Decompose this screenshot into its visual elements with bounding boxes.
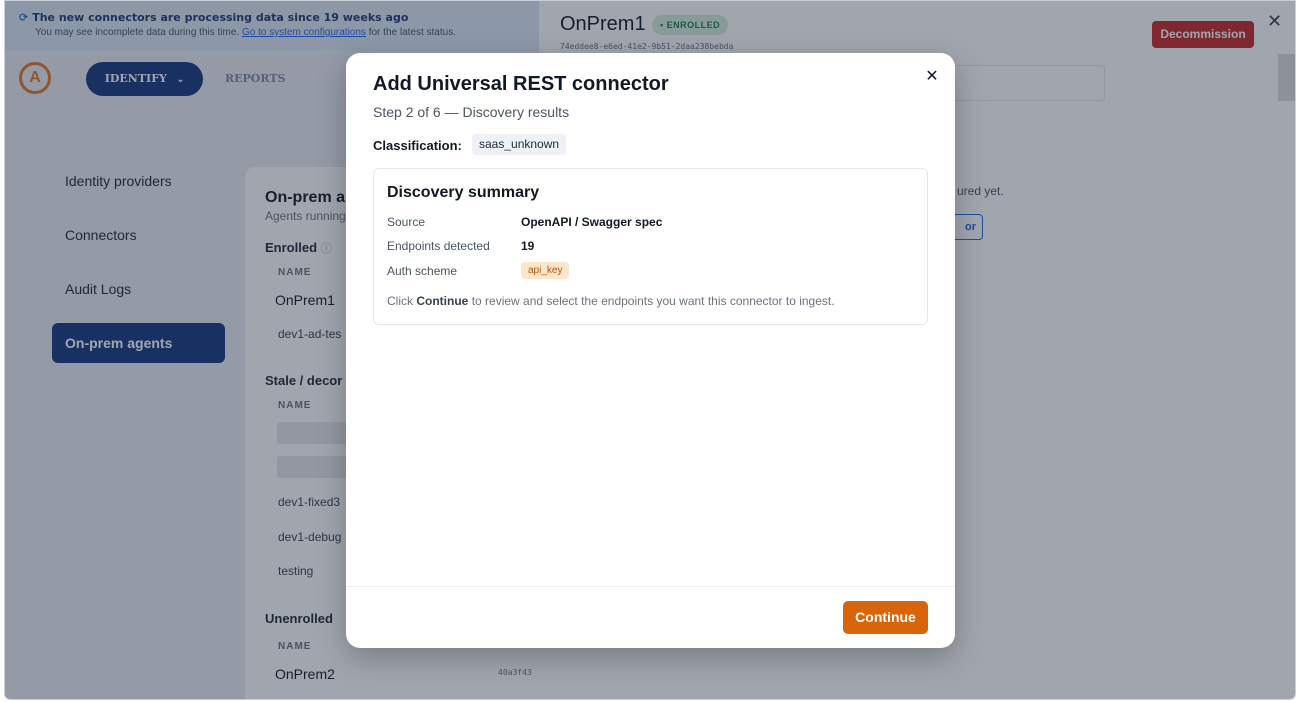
hint-after: to review and select the endpoints you w… [471,294,835,308]
modal-step: Step 2 of 6 — Discovery results [373,104,570,120]
add-connector-modal: Add Universal REST connector Step 2 of 6… [346,53,955,648]
source-key: Source [387,215,426,229]
discovery-summary-title: Discovery summary [387,184,540,201]
auth-scheme-key: Auth scheme [387,264,458,278]
endpoints-key: Endpoints detected [387,239,490,253]
endpoints-value: 19 [521,239,535,253]
auth-scheme-chip: api_key [521,262,570,279]
classification-label: Classification: [373,138,462,153]
hint-bold: Continue [416,294,469,308]
classification-chip: saas_unknown [472,134,567,155]
modal-title: Add Universal REST connector [373,73,669,95]
close-icon[interactable]: ✕ [922,67,942,87]
summary-hint: Click Continue to review and select the … [387,294,835,308]
discovery-summary-card: Discovery summary Source OpenAPI / Swagg… [373,168,928,325]
hint-before: Click [387,294,413,308]
app-window: ⟳ The new connectors are processing data … [4,0,1296,700]
continue-button[interactable]: Continue [843,601,928,634]
modal-footer-divider [346,586,955,587]
source-value: OpenAPI / Swagger spec [521,215,663,229]
